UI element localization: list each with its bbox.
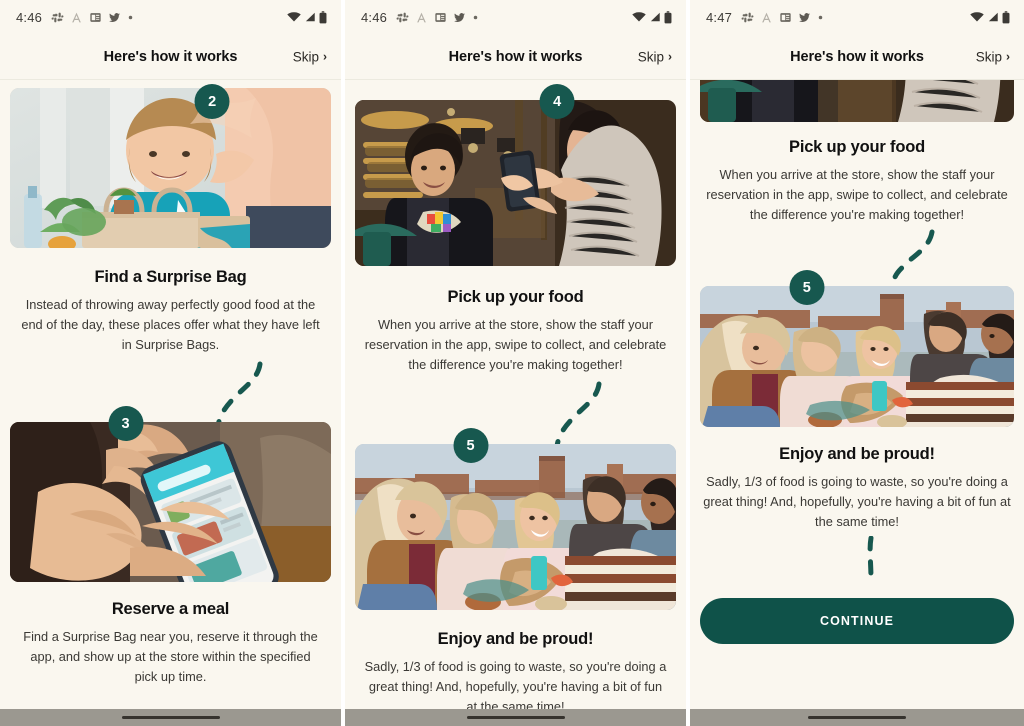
- home-indicator[interactable]: [466, 716, 565, 719]
- step-description: Sadly, 1/3 of food is going to waste, so…: [703, 474, 1011, 530]
- news-icon: [434, 11, 447, 24]
- skip-label: Skip: [637, 49, 664, 64]
- kid-receiving-grocery-bag-photo: [10, 88, 331, 248]
- skip-button[interactable]: Skip ›: [638, 49, 672, 64]
- dashed-path-connector: [867, 535, 874, 583]
- slack-icon: [741, 11, 754, 24]
- skip-label: Skip: [292, 49, 319, 64]
- skip-label: Skip: [975, 49, 1002, 64]
- chevron-right-icon: ›: [668, 49, 672, 64]
- onboarding-scroll-area[interactable]: Pick up your food When you arrive at the…: [690, 80, 1024, 709]
- step-number-badge: 4: [539, 84, 575, 119]
- twitter-icon: [453, 11, 466, 24]
- customer-showing-phone-to-staff-photo: [355, 100, 676, 266]
- step-title: Pick up your food: [447, 288, 584, 306]
- hands-holding-phone-app-photo: [10, 422, 331, 583]
- system-navigation-bar: [690, 709, 1024, 726]
- dashed-path-connector: [891, 229, 935, 283]
- app-header: Here's how it works Skip ›: [345, 34, 686, 80]
- wifi-icon: [632, 11, 646, 23]
- status-bar-clock: 4:47: [706, 9, 733, 25]
- battery-icon: [664, 10, 672, 24]
- customer-showing-phone-to-staff-photo: [700, 80, 1014, 122]
- status-bar: 4:46: [0, 0, 341, 34]
- step-description: Instead of throwing away perfectly good …: [21, 297, 320, 352]
- status-bar-clock: 4:46: [361, 9, 388, 25]
- onboarding-step: 4 Pick up your food When you arrive at t…: [355, 84, 676, 452]
- status-bar-system-icons: [287, 10, 327, 24]
- step-description: When you arrive at the store, show the s…: [706, 167, 1008, 222]
- system-navigation-bar: [0, 709, 341, 726]
- step-title: Pick up your food: [789, 138, 925, 156]
- system-navigation-bar: [345, 709, 686, 726]
- status-bar-clock: 4:46: [16, 9, 43, 25]
- step-number-badge: 5: [453, 428, 489, 464]
- step-description: Sadly, 1/3 of food is going to waste, so…: [364, 659, 667, 709]
- home-indicator[interactable]: [808, 716, 906, 719]
- twitter-icon: [798, 11, 811, 24]
- dot-icon: [472, 14, 479, 21]
- step-title: Enjoy and be proud!: [437, 630, 594, 649]
- dot-icon: [127, 14, 134, 21]
- status-bar-system-icons: [970, 10, 1010, 24]
- status-bar: 4:46: [345, 0, 686, 34]
- app-header: Here's how it works Skip ›: [0, 34, 341, 80]
- onboarding-step: 5 Enjoy and be proud! Sadly, 1/3 of food…: [355, 428, 676, 709]
- step-number-badge: 2: [194, 84, 230, 119]
- friends-sharing-food-rooftop-photo: [355, 444, 676, 611]
- status-bar-notification-icons: [51, 11, 134, 24]
- step-number-badge: 3: [108, 406, 144, 442]
- battery-icon: [319, 10, 327, 24]
- slack-icon: [396, 11, 409, 24]
- status-bar-notification-icons: [396, 11, 479, 24]
- dashed-path-connector: [554, 381, 602, 449]
- step-title: Enjoy and be proud!: [779, 445, 935, 464]
- wifi-icon: [287, 11, 301, 23]
- step-description: Find a Surprise Bag near you, reserve it…: [23, 629, 318, 685]
- onboarding-step: 5 Enjoy and be proud! Sadly, 1/3 of food…: [700, 270, 1014, 644]
- phone-screen-2: 4:46 Here's how it works Skip › 4 Pick u…: [345, 0, 686, 726]
- phone-screen-3: 4:47 Here's how it works Skip › Pick up …: [690, 0, 1024, 726]
- status-bar-system-icons: [632, 10, 672, 24]
- chevron-right-icon: ›: [323, 49, 327, 64]
- font-icon: [415, 11, 428, 24]
- page-title: Here's how it works: [103, 48, 238, 65]
- step-number-badge: 5: [789, 270, 825, 306]
- onboarding-scroll-area[interactable]: 4 Pick up your food When you arrive at t…: [345, 80, 686, 709]
- chevron-right-icon: ›: [1006, 49, 1010, 64]
- onboarding-scroll-area[interactable]: 2 Find a Surprise Bag Instead of throwin…: [0, 80, 341, 709]
- news-icon: [89, 11, 102, 24]
- status-bar: 4:47: [690, 0, 1024, 34]
- twitter-icon: [108, 11, 121, 24]
- page-title: Here's how it works: [448, 48, 583, 65]
- step-title: Reserve a meal: [111, 600, 230, 619]
- onboarding-step: Pick up your food When you arrive at the…: [700, 80, 1014, 286]
- news-icon: [779, 11, 792, 24]
- wifi-icon: [970, 11, 984, 23]
- status-bar-notification-icons: [741, 11, 824, 24]
- step-title: Find a Surprise Bag: [94, 268, 247, 286]
- font-icon: [70, 11, 83, 24]
- screenshot-triptych: 4:46 Here's how it works Skip › 2 Find a…: [0, 0, 1024, 726]
- font-icon: [760, 11, 773, 24]
- app-header: Here's how it works Skip ›: [690, 34, 1024, 80]
- battery-icon: [1002, 10, 1010, 24]
- step-description: When you arrive at the store, show the s…: [364, 317, 667, 372]
- phone-screen-1: 4:46 Here's how it works Skip › 2 Find a…: [0, 0, 341, 726]
- signal-icon: [987, 11, 999, 23]
- friends-sharing-food-rooftop-photo: [700, 286, 1014, 428]
- dot-icon: [817, 14, 824, 21]
- home-indicator[interactable]: [121, 716, 220, 719]
- onboarding-step: 3 Reserve a meal Find a Surprise Bag nea…: [10, 406, 331, 686]
- slack-icon: [51, 11, 64, 24]
- onboarding-step: 2 Find a Surprise Bag Instead of throwin…: [10, 84, 331, 432]
- page-title: Here's how it works: [790, 48, 924, 65]
- signal-icon: [649, 11, 661, 23]
- skip-button[interactable]: Skip ›: [293, 49, 327, 64]
- signal-icon: [304, 11, 316, 23]
- skip-button[interactable]: Skip ›: [976, 49, 1010, 64]
- continue-button[interactable]: CONTINUE: [700, 597, 1014, 644]
